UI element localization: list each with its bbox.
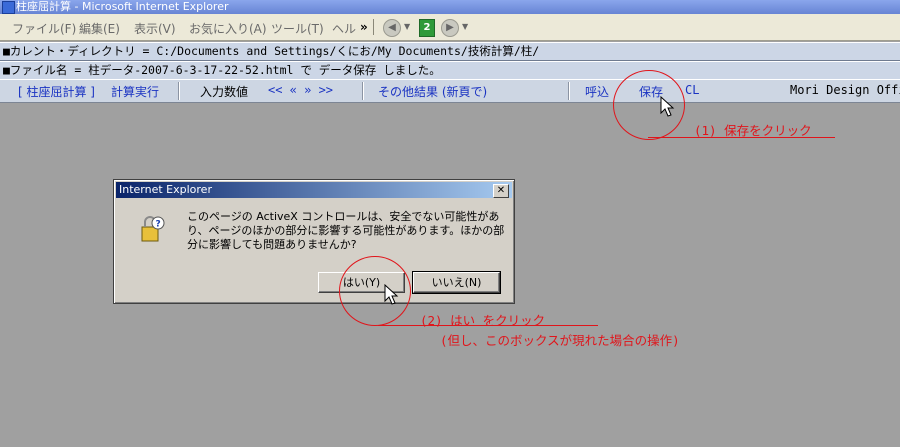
file-name-text: ■ファイル名 = 柱データ-2007-6-3-17-22-52.html で デ… bbox=[3, 63, 441, 77]
command-divider bbox=[568, 82, 570, 100]
app-title-link[interactable]: [ 柱座屈計算 ] bbox=[18, 83, 95, 100]
no-button[interactable]: いいえ(N) bbox=[412, 271, 501, 294]
forward-button[interactable]: ▶ bbox=[441, 19, 459, 37]
forward-dropdown-icon[interactable]: ▼ bbox=[462, 22, 468, 31]
back-button[interactable]: ◀ bbox=[383, 19, 401, 37]
dialog-close-icon[interactable]: ✕ bbox=[493, 184, 509, 198]
other-results-link[interactable]: その他結果 (新頁で) bbox=[378, 83, 487, 100]
annotation-step2-note: (但し、このボックスが現れた場合の操作) bbox=[440, 333, 680, 348]
menu-tools[interactable]: ツール(T) bbox=[271, 20, 324, 37]
command-bar: [ 柱座屈計算 ] 計算実行 入力数値 << « » >> その他結果 (新頁で… bbox=[0, 79, 900, 103]
menu-overflow-chevron[interactable]: » bbox=[360, 20, 368, 34]
window-title: 柱座屈計算 - Microsoft Internet Explorer bbox=[16, 0, 229, 13]
refresh-icon[interactable]: 2 bbox=[419, 19, 435, 37]
menu-view[interactable]: 表示(V) bbox=[134, 20, 176, 37]
annotation-step2: (2) はい をクリック bbox=[420, 313, 546, 328]
mouse-cursor-icon bbox=[384, 284, 399, 305]
annotation-underline-step1 bbox=[648, 137, 835, 138]
calculate-link[interactable]: 計算実行 bbox=[111, 83, 159, 100]
svg-text:?: ? bbox=[156, 220, 161, 230]
input-values-label: 入力数値 bbox=[200, 85, 249, 99]
page-nav-links[interactable]: << « » >> bbox=[268, 83, 333, 97]
back-arrow-icon: ◀ bbox=[388, 22, 396, 33]
toolbar-divider bbox=[373, 19, 374, 35]
activex-warning-dialog: Internet Explorer ✕ ? このページの ActiveX コント… bbox=[113, 179, 515, 304]
menu-bar: ファイル(F) 編集(E) 表示(V) お気に入り(A) ツール(T) ヘル »… bbox=[0, 14, 900, 41]
window-title-bar: 柱座屈計算 - Microsoft Internet Explorer bbox=[0, 0, 900, 14]
brand-text: Mori Design Offi bbox=[790, 83, 900, 97]
dialog-title: Internet Explorer bbox=[119, 183, 212, 196]
clear-link[interactable]: CL bbox=[685, 83, 699, 97]
security-question-icon: ? bbox=[141, 216, 165, 242]
command-divider bbox=[178, 82, 180, 100]
file-name-row: ■ファイル名 = 柱データ-2007-6-3-17-22-52.html で デ… bbox=[0, 61, 900, 80]
forward-arrow-icon: ▶ bbox=[446, 22, 454, 33]
ie-app-icon bbox=[2, 1, 15, 14]
back-dropdown-icon[interactable]: ▼ bbox=[404, 22, 410, 31]
dialog-title-bar: Internet Explorer ✕ bbox=[116, 182, 512, 198]
menu-help[interactable]: ヘル bbox=[332, 20, 356, 37]
current-directory-text: ■カレント・ディレクトリ = C:/Documents and Settings… bbox=[3, 44, 540, 58]
menu-edit[interactable]: 編集(E) bbox=[79, 20, 120, 37]
command-divider bbox=[362, 82, 364, 100]
menu-file[interactable]: ファイル(F) bbox=[12, 20, 76, 37]
current-directory-row: ■カレント・ディレクトリ = C:/Documents and Settings… bbox=[0, 42, 900, 61]
annotation-underline-step2 bbox=[378, 325, 598, 326]
dialog-message: このページの ActiveX コントロールは、安全でない可能性があり、ページのほ… bbox=[187, 210, 505, 251]
mouse-cursor-icon bbox=[660, 96, 675, 117]
highlight-circle-yes bbox=[339, 256, 411, 326]
load-link[interactable]: 呼込 bbox=[585, 83, 609, 100]
menu-favorites[interactable]: お気に入り(A) bbox=[189, 20, 267, 37]
